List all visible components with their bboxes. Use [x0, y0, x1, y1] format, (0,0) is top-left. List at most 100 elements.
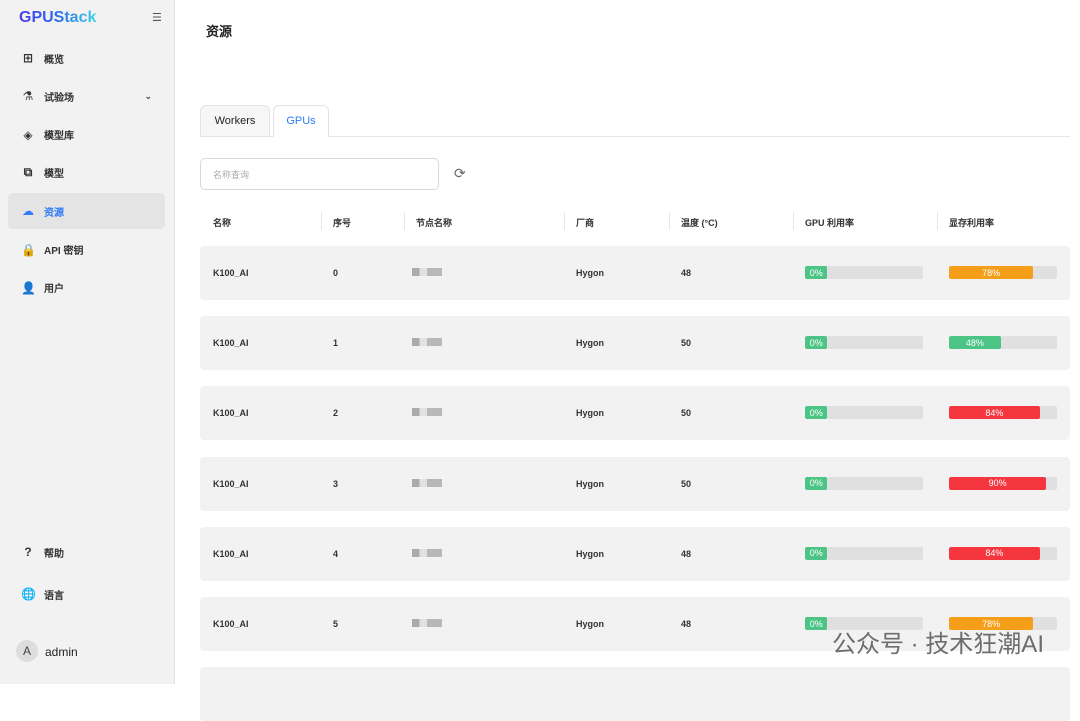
memory-utilization-value: 90%	[949, 476, 1047, 490]
node-name-redacted	[412, 619, 442, 627]
memory-utilization-value: 78%	[949, 266, 1034, 279]
gpu-index: 3	[333, 478, 339, 489]
gpu-utilization-value: 0%	[805, 546, 828, 560]
node-name-redacted	[412, 478, 442, 487]
table-row[interactable]: K100_AI 0 Hygon 48 0% 78%	[200, 246, 1070, 300]
sidebar-item-label: 资源	[44, 207, 64, 219]
memory-utilization-bar: 78%	[949, 266, 1057, 279]
table-row[interactable]	[200, 667, 1070, 721]
gpu-name: K100_AI	[213, 408, 249, 419]
vendor: Hygon	[576, 478, 604, 489]
column-header: 显存利用率	[949, 218, 995, 228]
watermark: 公众号 · 技术狂潮AI	[831, 631, 1044, 658]
vendor: Hygon	[576, 619, 604, 629]
vendor: Hygon	[576, 338, 604, 349]
gpu-utilization-bar: 0%	[805, 266, 923, 279]
gpu-utilization-value: 0%	[805, 266, 828, 279]
gpu-utilization-bar: 0%	[805, 406, 923, 420]
language-label: 语言	[44, 590, 64, 602]
lock-icon: 🔒	[21, 242, 36, 257]
table-row[interactable]: K100_AI 4 Hygon 48 0% 84%	[200, 526, 1070, 581]
gpu-index: 0	[333, 268, 339, 278]
gpu-utilization-value: 0%	[805, 406, 828, 420]
temperature: 50	[681, 408, 692, 419]
memory-utilization-bar: 90%	[949, 476, 1057, 490]
gpu-name: K100_AI	[213, 478, 249, 489]
column-header: GPU 利用率	[805, 218, 855, 228]
memory-utilization-bar: 48%	[949, 336, 1057, 350]
column-divider	[937, 212, 938, 230]
temperature: 48	[681, 548, 692, 559]
avatar[interactable]: A	[16, 640, 38, 662]
node-name-redacted	[412, 268, 442, 276]
username[interactable]: admin	[45, 645, 78, 659]
memory-utilization-value: 48%	[949, 336, 1001, 350]
sidebar-item-4[interactable]: ☁ 资源	[8, 193, 165, 230]
tab-workers[interactable]: Workers	[200, 105, 270, 137]
main-content: 资源 Workers GPUs 名称查询 ⟳ 名称 序号 节点名称 厂商 温度 (°C)…	[176, 0, 1080, 721]
sidebar-item-label: API 密钥	[44, 246, 84, 257]
temperature: 48	[681, 268, 692, 278]
table-row[interactable]: K100_AI 2 Hygon 50 0% 84%	[200, 386, 1070, 441]
column-divider	[564, 212, 565, 230]
sidebar-item-language[interactable]: 🌐 语言	[8, 576, 165, 612]
gpu-index: 1	[333, 338, 339, 349]
tabs: Workers GPUs	[200, 105, 1070, 137]
table-row[interactable]: K100_AI 3 Hygon 50 0% 90%	[200, 456, 1070, 511]
flask-icon: ⚗	[22, 89, 34, 104]
temperature: 50	[681, 338, 692, 349]
sidebar-item-label: 概览	[44, 54, 64, 66]
memory-utilization-bar: 84%	[949, 406, 1057, 420]
sidebar-item-2[interactable]: ◈ 模型库	[8, 117, 165, 153]
vendor: Hygon	[576, 268, 604, 278]
gpu-utilization-bar: 0%	[805, 336, 923, 350]
grid-icon: ⊞	[22, 51, 34, 65]
logo: GPUStack	[19, 9, 97, 26]
column-header: 节点名称	[416, 218, 453, 228]
gpu-utilization-value: 0%	[805, 617, 828, 630]
node-name-redacted	[412, 548, 442, 557]
gpu-name: K100_AI	[213, 548, 249, 559]
cloud-icon: ☁	[22, 204, 34, 219]
column-header: 温度 (°C)	[681, 218, 718, 228]
gpu-name: K100_AI	[213, 338, 249, 349]
column-divider	[793, 212, 794, 230]
chevron-down-icon[interactable]: ⌄	[144, 91, 152, 102]
users-icon: 👤	[21, 280, 36, 295]
sidebar-item-1[interactable]: ⚗ 试验场 ⌄	[8, 78, 165, 114]
sidebar-item-5[interactable]: 🔒 API 密钥	[8, 232, 165, 268]
gpu-utilization-value: 0%	[805, 336, 828, 350]
gpu-utilization-bar: 0%	[805, 476, 923, 490]
gpu-index: 5	[333, 619, 339, 629]
memory-utilization-value: 84%	[949, 546, 1040, 560]
column-divider	[321, 212, 322, 230]
node-name-redacted	[412, 408, 442, 417]
memory-utilization-value: 84%	[949, 406, 1040, 420]
layers-icon: ◈	[23, 127, 33, 142]
gpu-index: 2	[333, 408, 339, 419]
copy-icon: ⧉	[23, 165, 33, 180]
help-label: 帮助	[44, 548, 64, 560]
sidebar: GPUStack ☰ ⊞ 概览 ⚗ 试验场 ⌄ ◈ 模型库 ⧉ 模型 ☁ 资源 🔒 API 密钥 👤 用户 …	[0, 0, 175, 684]
sidebar-item-label: 试验场	[44, 92, 74, 104]
sidebar-item-6[interactable]: 👤 用户	[8, 270, 165, 306]
temperature: 48	[681, 619, 692, 629]
gpu-name: K100_AI	[213, 268, 249, 278]
sidebar-item-help[interactable]: ? 帮助	[8, 534, 165, 570]
refresh-icon[interactable]: ⟳	[454, 165, 466, 182]
gpu-utilization-value: 0%	[805, 476, 828, 490]
table-row[interactable]: K100_AI 1 Hygon 50 0% 48%	[200, 316, 1070, 371]
collapse-menu-icon[interactable]: ☰	[152, 11, 162, 24]
temperature: 50	[681, 478, 692, 489]
column-header: 厂商	[576, 218, 595, 228]
tab-gpus[interactable]: GPUs	[273, 105, 329, 137]
sidebar-item-0[interactable]: ⊞ 概览	[8, 40, 165, 76]
sidebar-item-label: 用户	[44, 284, 64, 296]
column-header: 序号	[333, 218, 352, 228]
gpu-index: 4	[333, 548, 339, 559]
search-input[interactable]: 名称查询	[200, 158, 439, 190]
sidebar-item-3[interactable]: ⧉ 模型	[8, 155, 165, 191]
vendor: Hygon	[576, 408, 604, 419]
gpu-name: K100_AI	[213, 619, 249, 629]
sidebar-item-label: 模型	[44, 169, 64, 181]
